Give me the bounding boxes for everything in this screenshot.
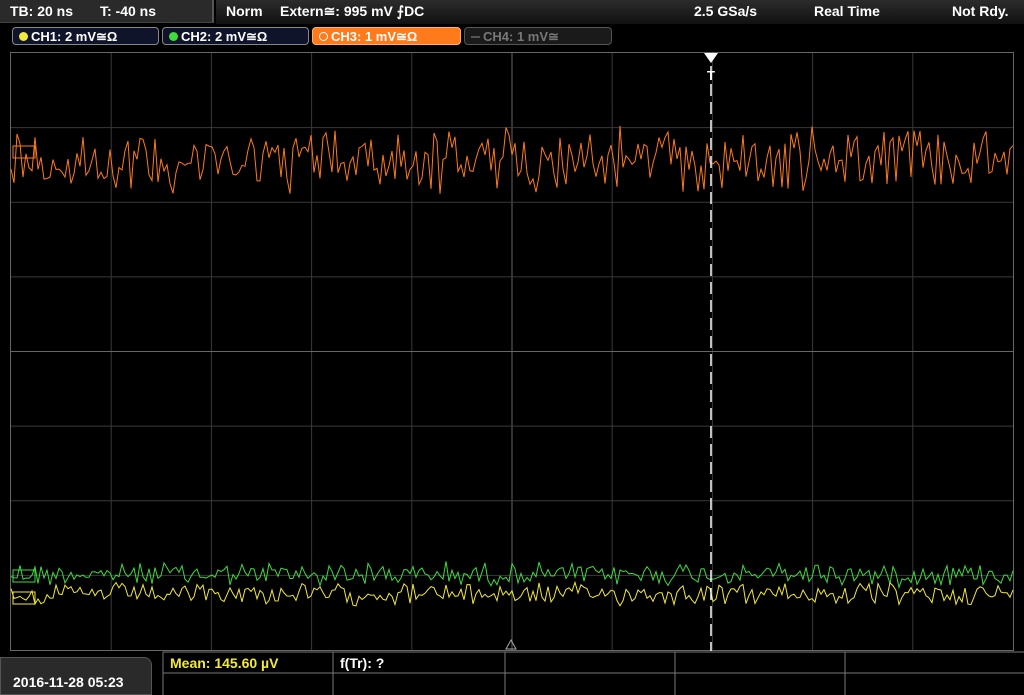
frequency-measurement[interactable]: f(Tr): ? — [340, 655, 384, 671]
datetime-label: 2016-11-28 05:23 — [13, 674, 124, 690]
time-reference-icon — [505, 638, 517, 650]
mean-measurement[interactable]: Mean: 145.60 µV — [170, 655, 278, 671]
scope-waveform-area: T — [10, 53, 1014, 651]
trigger-marker-label: T — [707, 68, 715, 83]
graticule — [11, 53, 1013, 650]
trigger-arrow-icon[interactable] — [704, 53, 718, 63]
datetime-box: 2016-11-28 05:23 — [0, 657, 152, 695]
bottom-bar — [0, 652, 1024, 695]
